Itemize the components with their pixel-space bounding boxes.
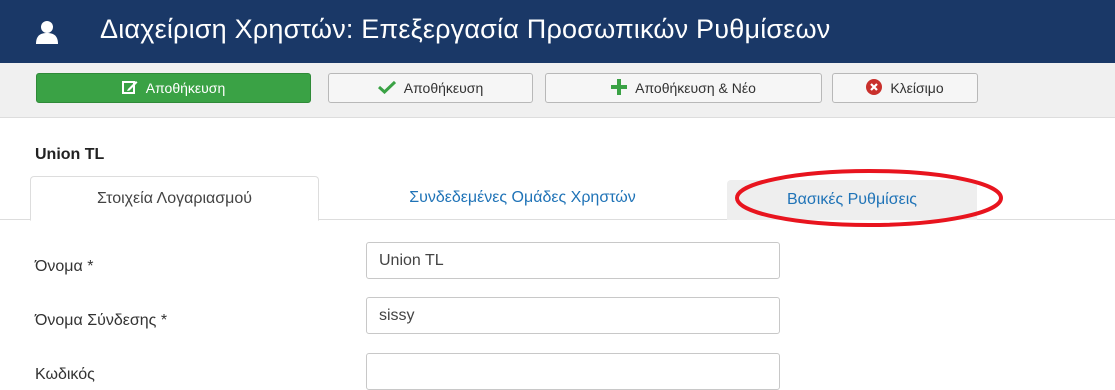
tab-basic-settings[interactable]: Βασικές Ρυθμίσεις xyxy=(727,180,977,220)
close-button[interactable]: Κλείσιμο xyxy=(832,73,978,103)
username-field[interactable] xyxy=(366,297,780,334)
name-label: Όνομα * xyxy=(35,258,94,275)
page-title: Διαχείριση Χρηστών: Επεξεργασία Προσωπικ… xyxy=(100,14,831,44)
name-field[interactable] xyxy=(366,242,780,279)
record-name: Union TL xyxy=(35,146,105,163)
tab-assigned-groups[interactable]: Συνδεδεμένες Ομάδες Χρηστών xyxy=(330,176,715,220)
tab-bar: Στοιχεία Λογαριασμού Συνδεδεμένες Ομάδες… xyxy=(0,176,1115,221)
check-icon xyxy=(377,80,396,97)
save-new-button[interactable]: Αποθήκευση & Νέο xyxy=(545,73,822,103)
username-label: Όνομα Σύνδεσης * xyxy=(35,312,168,329)
edit-icon xyxy=(121,80,138,97)
password-label: Κωδικός xyxy=(35,366,95,383)
close-icon xyxy=(866,78,883,98)
save-close-button-label: Αποθήκευση xyxy=(403,80,484,96)
toolbar: Αποθήκευση Αποθήκευση Αποθήκευση & Νέο Κ… xyxy=(0,63,1115,118)
save-button[interactable]: Αποθήκευση xyxy=(36,73,311,103)
tab-account-details[interactable]: Στοιχεία Λογαριασμού xyxy=(30,176,319,221)
save-new-button-label: Αποθήκευση & Νέο xyxy=(635,80,756,96)
save-close-button[interactable]: Αποθήκευση xyxy=(328,73,533,103)
save-button-label: Αποθήκευση xyxy=(145,80,226,96)
user-icon xyxy=(35,20,59,44)
plus-icon xyxy=(611,78,628,98)
password-field[interactable] xyxy=(366,353,780,390)
title-bar: Διαχείριση Χρηστών: Επεξεργασία Προσωπικ… xyxy=(0,0,1115,63)
close-button-label: Κλείσιμο xyxy=(890,80,944,96)
